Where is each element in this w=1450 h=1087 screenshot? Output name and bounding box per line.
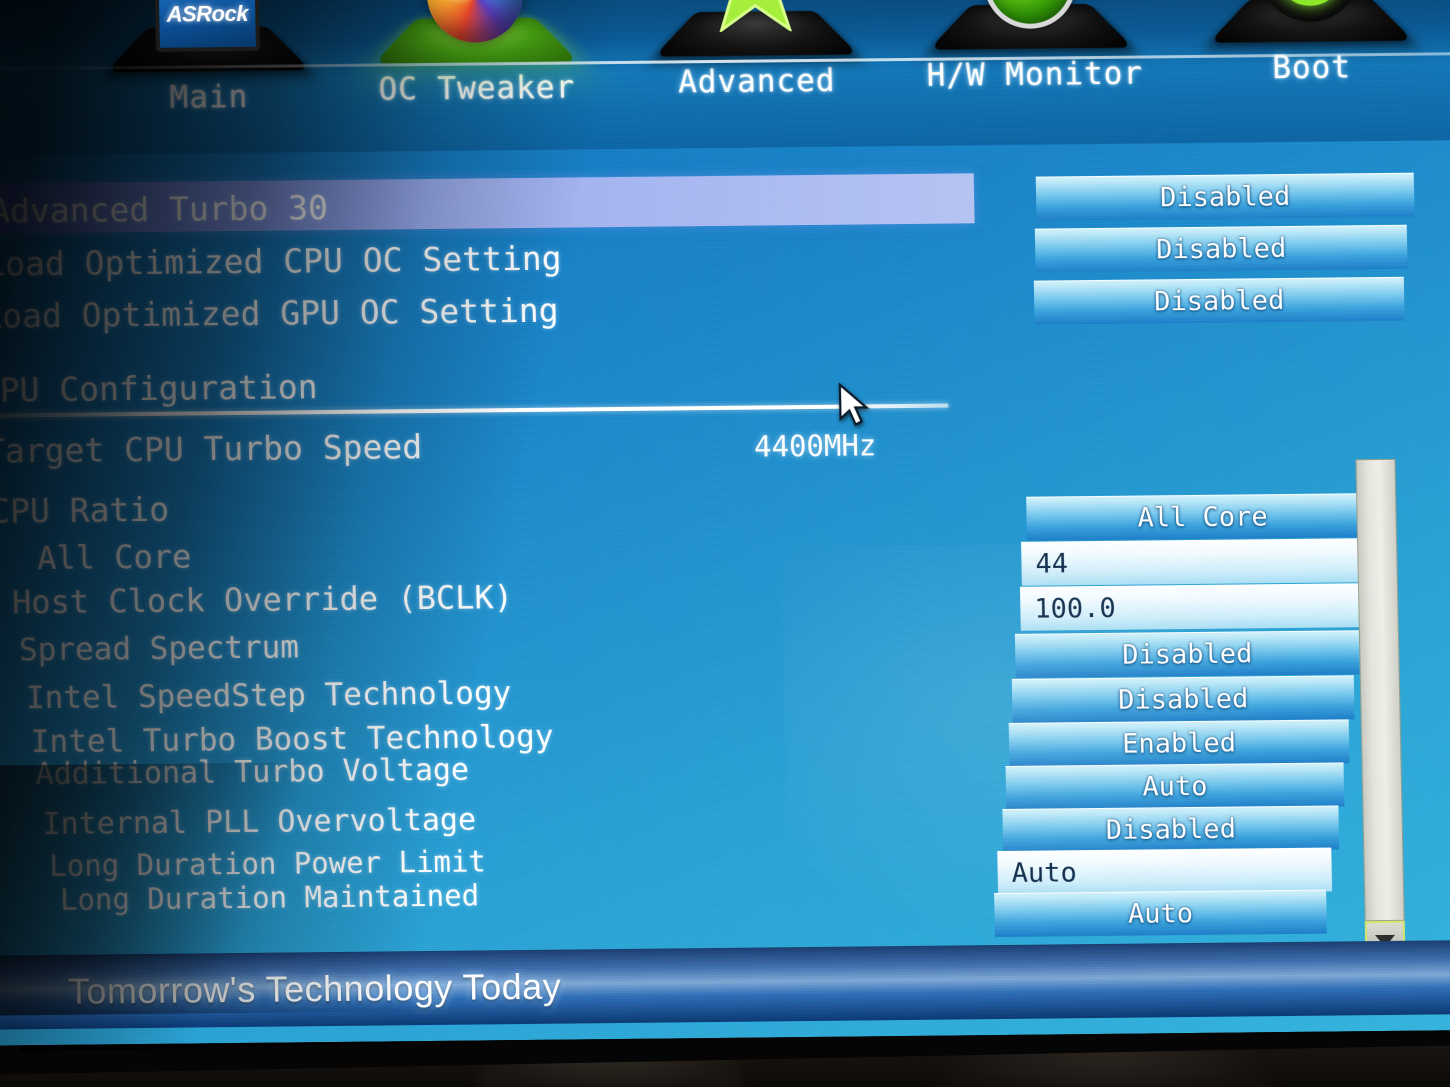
value-cpu-ratio-mode[interactable]: All Core [1026, 493, 1379, 541]
tab-advanced-label: Advanced [651, 62, 862, 100]
setting-label-cpu-ratio[interactable]: CPU Ratio [0, 490, 169, 531]
value-load-optimized-cpu-oc[interactable]: Disabled [1035, 225, 1408, 273]
overclock-sphere-icon [426, 0, 524, 43]
setting-label-internal-pll-overvoltage[interactable]: Internal PLL Overvoltage [42, 803, 476, 843]
tab-boot[interactable]: Boot [1204, 0, 1417, 87]
settings-panel: Advanced Turbo 30 Load Optimized CPU OC … [0, 140, 1450, 956]
tab-hw-monitor-icon-area [924, 0, 1136, 48]
tab-boot-icon-area [1204, 0, 1416, 41]
value-intel-speedstep[interactable]: Disabled [1012, 675, 1355, 723]
setting-label-long-duration-power-limit[interactable]: Long Duration Power Limit [49, 844, 486, 883]
bios-slogan: Tomorrow's Technology Today [67, 966, 561, 1013]
radar-gauge-icon [983, 0, 1077, 29]
tab-advanced-icon-area [649, 0, 861, 55]
tab-advanced[interactable]: Advanced [649, 0, 862, 101]
value-load-optimized-gpu-oc[interactable]: Disabled [1034, 277, 1405, 325]
setting-label-intel-speedstep[interactable]: Intel SpeedStep Technology [26, 675, 512, 716]
tab-hw-monitor[interactable]: H/W Monitor [924, 0, 1137, 94]
settings-scrollbar[interactable] [1355, 459, 1404, 921]
tab-oc-tweaker[interactable]: OC Tweaker [369, 0, 582, 108]
setting-label-cpu-configuration[interactable]: CPU Configuration [0, 367, 318, 410]
setting-label-long-duration-maintained[interactable]: Long Duration Maintained [60, 878, 480, 916]
setting-label-additional-turbo-voltage[interactable]: Additional Turbo Voltage [35, 753, 469, 793]
target-cpu-turbo-speed-value: 4400MHz [754, 428, 877, 463]
setting-label-advanced-turbo-30[interactable]: Advanced Turbo 30 [0, 188, 328, 231]
setting-label-all-core[interactable]: All Core [37, 537, 192, 577]
bios-slogan-bar: Tomorrow's Technology Today [0, 940, 1450, 1030]
tab-hw-monitor-label: H/W Monitor [926, 56, 1137, 94]
tab-main[interactable]: ASRock Main [101, 0, 314, 116]
value-intel-turbo-boost[interactable]: Enabled [1009, 719, 1350, 767]
tab-oc-tweaker-icon-area [369, 0, 581, 62]
asrock-monitor-icon: ASRock [155, 0, 260, 52]
value-additional-turbo-voltage[interactable]: Auto [1006, 762, 1345, 810]
value-long-duration-power-limit[interactable]: Auto [997, 848, 1332, 895]
value-all-core-ratio[interactable]: 44 [1021, 538, 1372, 586]
power-icon [1260, 0, 1360, 22]
photographed-monitor: ASRock Main OC Tweaker Advanced H/W Moni… [0, 0, 1450, 1087]
tab-boot-label: Boot [1206, 49, 1417, 87]
value-advanced-turbo-30[interactable]: Disabled [1036, 173, 1415, 221]
setting-label-host-clock-override[interactable]: Host Clock Override (BCLK) [12, 578, 514, 621]
tab-main-label: Main [104, 78, 315, 116]
setting-label-load-optimized-cpu-oc[interactable]: Load Optimized CPU OC Setting [0, 239, 562, 284]
value-host-clock-override[interactable]: 100.0 [1020, 583, 1369, 631]
setting-label-spread-spectrum[interactable]: Spread Spectrum [19, 629, 300, 668]
tab-main-icon-area: ASRock [101, 0, 313, 70]
bios-screen: ASRock Main OC Tweaker Advanced H/W Moni… [0, 0, 1450, 1046]
setting-label-target-cpu-turbo-speed: Target CPU Turbo Speed [0, 427, 422, 471]
tab-oc-tweaker-label: OC Tweaker [371, 69, 582, 107]
nav-tab-list: ASRock Main OC Tweaker Advanced H/W Moni… [0, 0, 1450, 156]
value-long-duration-maintained[interactable]: Auto [994, 890, 1327, 937]
value-internal-pll-overvoltage[interactable]: Disabled [1002, 805, 1339, 853]
value-spread-spectrum[interactable]: Disabled [1015, 630, 1360, 678]
bios-top-navigation: ASRock Main OC Tweaker Advanced H/W Moni… [0, 0, 1450, 156]
star-icon [699, 0, 811, 36]
setting-label-load-optimized-gpu-oc[interactable]: Load Optimized GPU OC Setting [0, 291, 559, 336]
